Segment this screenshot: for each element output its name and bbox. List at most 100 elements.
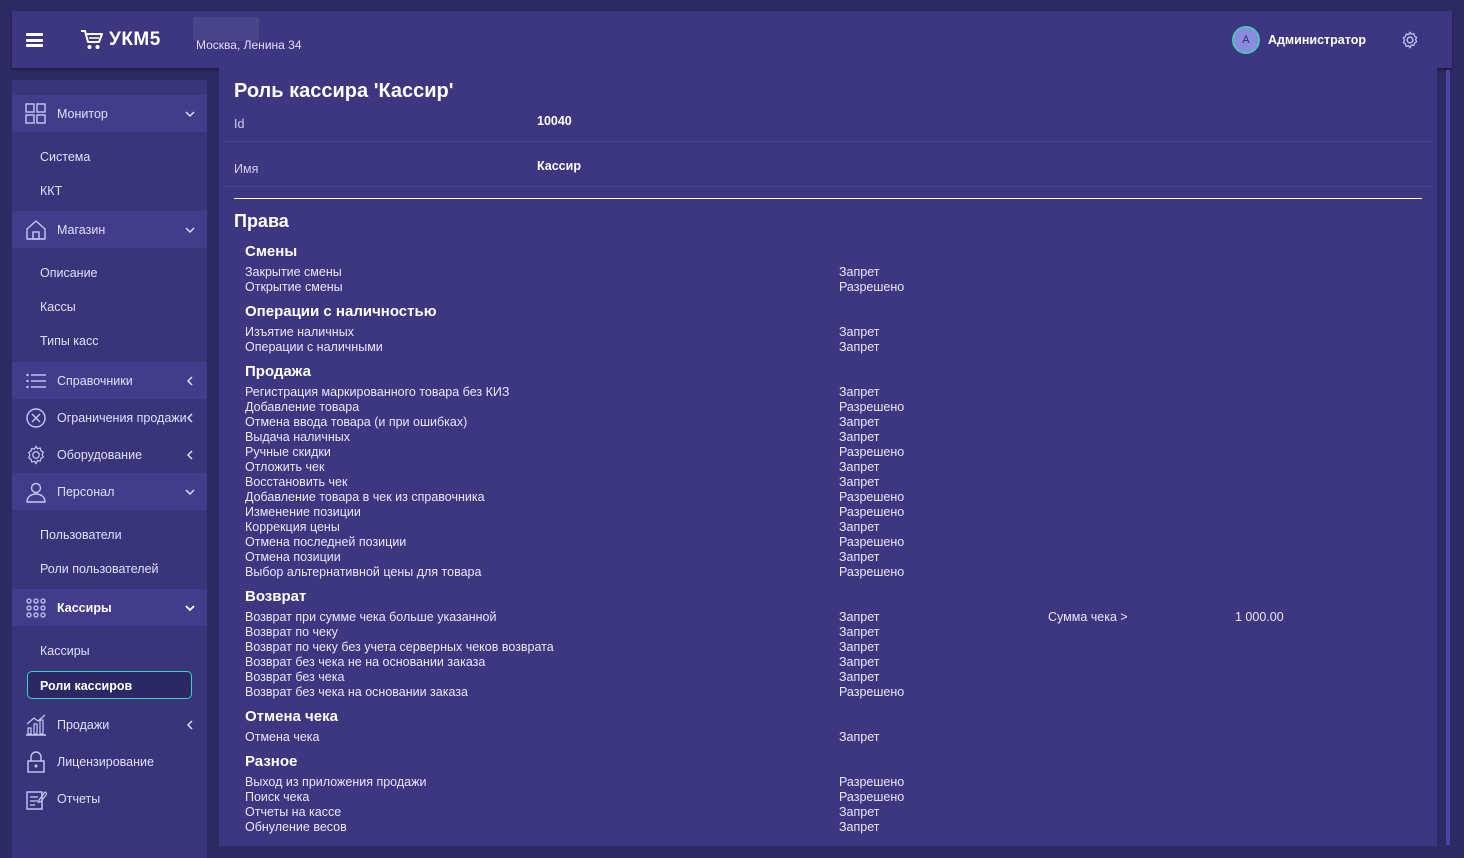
- permission-name: Регистрация маркированного товара без КИ…: [245, 385, 510, 399]
- permission-name: Восстановить чек: [245, 475, 348, 489]
- sidebar-item-label: Лицензирование: [57, 754, 154, 769]
- edit-report-icon: [26, 790, 47, 810]
- group-title: Смены: [245, 243, 298, 260]
- sidebar-subitem-description[interactable]: Описание: [40, 266, 98, 280]
- permission-value[interactable]: Разрешено: [839, 790, 904, 804]
- sidebar-subitem-cashier-roles[interactable]: Роли кассиров: [27, 671, 192, 699]
- user-name: Администратор: [1267, 33, 1366, 47]
- top-header: УКМ5 Москва, Ленина 34 А Администратор: [12, 11, 1452, 68]
- field-divider: [224, 186, 1432, 187]
- permission-name: Отмена позиции: [245, 550, 341, 564]
- chevron-left-icon: [186, 412, 193, 423]
- permission-value[interactable]: Разрешено: [839, 565, 904, 579]
- sidebar-item-cashiers[interactable]: Кассиры: [12, 589, 207, 626]
- permission-name: Коррекция цены: [245, 520, 340, 534]
- permission-name: Возврат без чека на основании заказа: [245, 685, 468, 699]
- permission-value[interactable]: Запрет: [839, 805, 880, 819]
- permission-value[interactable]: Запрет: [839, 655, 880, 669]
- permission-value[interactable]: Запрет: [839, 730, 880, 744]
- user-icon: [26, 482, 46, 503]
- permission-value[interactable]: Запрет: [839, 415, 880, 429]
- sidebar-item-sales[interactable]: Продажи: [12, 706, 207, 743]
- chevron-down-icon: [185, 226, 195, 233]
- sidebar-subitem-users[interactable]: Пользователи: [40, 528, 122, 542]
- chart-icon: [26, 714, 46, 736]
- permission-value[interactable]: Запрет: [839, 520, 880, 534]
- chevron-left-icon: [186, 719, 193, 730]
- chevron-down-icon: [185, 488, 195, 495]
- permission-name: Обнуление весов: [245, 820, 347, 834]
- sidebar-item-sale-limits[interactable]: Ограничения продажи: [12, 399, 207, 436]
- sidebar-subitem-cashiers[interactable]: Кассиры: [40, 644, 90, 658]
- id-label: Id: [234, 117, 245, 131]
- rights-title: Права: [234, 211, 289, 231]
- sidebar-item-references[interactable]: Справочники: [12, 362, 207, 399]
- permission-value[interactable]: Разрешено: [839, 685, 904, 699]
- sidebar-item-reports[interactable]: Отчеты: [12, 780, 207, 817]
- sidebar-subitem-system[interactable]: Система: [40, 150, 90, 164]
- permission-value[interactable]: Разрешено: [839, 400, 904, 414]
- permission-value[interactable]: Запрет: [839, 625, 880, 639]
- permission-value[interactable]: Запрет: [839, 325, 880, 339]
- permission-value[interactable]: Запрет: [839, 385, 880, 399]
- sidebar-item-label: Отчеты: [57, 791, 101, 806]
- permission-value[interactable]: Разрешено: [839, 775, 904, 789]
- permission-value[interactable]: Запрет: [839, 340, 880, 354]
- sidebar-item-equipment[interactable]: Оборудование: [12, 436, 207, 473]
- gear-icon[interactable]: [1400, 30, 1420, 50]
- permission-value[interactable]: Разрешено: [839, 490, 904, 504]
- permission-name: Отчеты на кассе: [245, 805, 342, 819]
- permission-value[interactable]: Запрет: [839, 265, 880, 279]
- permission-value[interactable]: Разрешено: [839, 280, 904, 294]
- permission-value[interactable]: Запрет: [839, 820, 880, 834]
- permission-value[interactable]: Запрет: [839, 640, 880, 654]
- avatar: А: [1231, 26, 1260, 54]
- sidebar-item-label: Магазин: [57, 222, 106, 237]
- permission-name: Поиск чека: [245, 790, 310, 804]
- sidebar-item-label: Персонал: [57, 484, 115, 499]
- scrollbar[interactable]: [1446, 70, 1450, 845]
- sidebar-item-label: Монитор: [57, 106, 108, 121]
- permission-value[interactable]: Запрет: [839, 670, 880, 684]
- group-title: Операции с наличностью: [245, 303, 437, 320]
- sidebar-item-shop[interactable]: Магазин: [12, 211, 207, 248]
- permission-value[interactable]: Разрешено: [839, 505, 904, 519]
- group-title: Отмена чека: [245, 708, 338, 725]
- permission-value[interactable]: Разрешено: [839, 445, 904, 459]
- permission-value[interactable]: Запрет: [839, 610, 880, 624]
- keypad-icon: [26, 597, 46, 618]
- sidebar-subitem-kkt[interactable]: ККТ: [40, 184, 62, 198]
- permission-name: Выбор альтернативной цены для товара: [245, 565, 482, 579]
- menu-burger-icon[interactable]: [26, 33, 43, 47]
- permission-value[interactable]: Запрет: [839, 475, 880, 489]
- permission-name: Ручные скидки: [245, 445, 331, 459]
- sidebar-subitem-register-types[interactable]: Типы касс: [40, 334, 99, 348]
- sidebar-item-staff[interactable]: Персонал: [12, 473, 207, 510]
- permission-name: Изъятие наличных: [245, 325, 354, 339]
- chevron-down-icon: [185, 604, 195, 611]
- name-label: Имя: [234, 162, 259, 176]
- sidebar-item-licensing[interactable]: Лицензирование: [12, 743, 207, 780]
- sidebar-subitem-user-roles[interactable]: Роли пользователей: [40, 562, 159, 576]
- chevron-left-icon: [186, 449, 193, 460]
- permission-name: Добавление товара в чек из справочника: [245, 490, 485, 504]
- cart-icon: [81, 30, 103, 49]
- permission-value[interactable]: Запрет: [839, 550, 880, 564]
- permission-name: Добавление товара: [245, 400, 360, 414]
- logo-text: УКМ5: [109, 29, 161, 50]
- name-value: Кассир: [537, 159, 581, 173]
- app-logo[interactable]: УКМ5: [80, 29, 161, 51]
- permission-value[interactable]: Запрет: [839, 430, 880, 444]
- user-menu[interactable]: А Администратор: [1231, 26, 1366, 54]
- sidebar-item-monitor[interactable]: Монитор: [12, 95, 207, 132]
- permission-value[interactable]: Запрет: [839, 460, 880, 474]
- list-icon: [26, 373, 46, 388]
- permission-name: Отмена ввода товара (и при ошибках): [245, 415, 468, 429]
- permission-name: Возврат без чека не на основании заказа: [245, 655, 486, 669]
- permission-name: Возврат по чеку без учета серверных чеко…: [245, 640, 554, 654]
- permission-value[interactable]: Разрешено: [839, 535, 904, 549]
- group-title: Разное: [245, 753, 298, 770]
- permission-name: Отмена чека: [245, 730, 320, 744]
- sidebar-subitem-registers[interactable]: Кассы: [40, 300, 76, 314]
- permission-name: Возврат без чека: [245, 670, 345, 684]
